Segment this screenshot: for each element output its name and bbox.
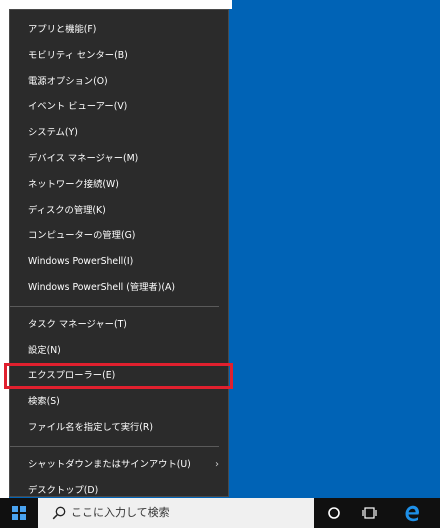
menu-item-powershell-admin[interactable]: Windows PowerShell (管理者)(A) xyxy=(10,275,228,301)
task-view-icon xyxy=(362,507,377,519)
menu-item-file-explorer[interactable]: エクスプローラー(E) xyxy=(4,363,233,390)
menu-item-label: シャットダウンまたはサインアウト(U) xyxy=(28,458,191,470)
taskbar-search-box[interactable]: ここに入力して検索 xyxy=(38,498,314,528)
taskbar: ここに入力して検索 xyxy=(0,498,440,528)
search-icon xyxy=(52,506,66,520)
menu-item-mobility-center[interactable]: モビリティ センター(B) xyxy=(10,43,228,69)
menu-item-power-options[interactable]: 電源オプション(O) xyxy=(10,69,228,95)
cortana-button[interactable] xyxy=(316,498,352,528)
menu-separator xyxy=(10,445,219,447)
menu-item-computer-management[interactable]: コンピューターの管理(G) xyxy=(10,223,228,249)
chevron-right-icon: › xyxy=(215,458,219,470)
edge-button[interactable] xyxy=(394,498,430,528)
cortana-icon xyxy=(328,507,340,519)
menu-item-device-manager[interactable]: デバイス マネージャー(M) xyxy=(10,146,228,172)
menu-separator xyxy=(10,305,219,307)
menu-item-task-manager[interactable]: タスク マネージャー(T) xyxy=(10,312,228,338)
screen-margin-top xyxy=(0,0,232,9)
menu-item-event-viewer[interactable]: イベント ビューアー(V) xyxy=(10,94,228,120)
winx-context-menu: アプリと機能(F) モビリティ センター(B) 電源オプション(O) イベント … xyxy=(4,9,233,497)
task-view-button[interactable] xyxy=(352,498,388,528)
menu-item-run[interactable]: ファイル名を指定して実行(R) xyxy=(10,415,228,441)
start-button[interactable] xyxy=(0,498,38,528)
menu-item-system[interactable]: システム(Y) xyxy=(10,120,228,146)
menu-item-apps-features[interactable]: アプリと機能(F) xyxy=(10,17,228,43)
menu-item-shutdown-signout[interactable]: シャットダウンまたはサインアウト(U) › xyxy=(10,452,228,478)
menu-item-settings[interactable]: 設定(N) xyxy=(10,338,228,364)
screen-margin-left xyxy=(0,0,9,498)
menu-item-network-connections[interactable]: ネットワーク接続(W) xyxy=(10,172,228,198)
edge-icon xyxy=(405,505,419,522)
search-placeholder: ここに入力して検索 xyxy=(71,506,170,519)
menu-item-powershell[interactable]: Windows PowerShell(I) xyxy=(10,249,228,275)
menu-item-disk-management[interactable]: ディスクの管理(K) xyxy=(10,198,228,224)
menu-item-search[interactable]: 検索(S) xyxy=(10,389,228,415)
windows-start-icon xyxy=(12,506,26,520)
